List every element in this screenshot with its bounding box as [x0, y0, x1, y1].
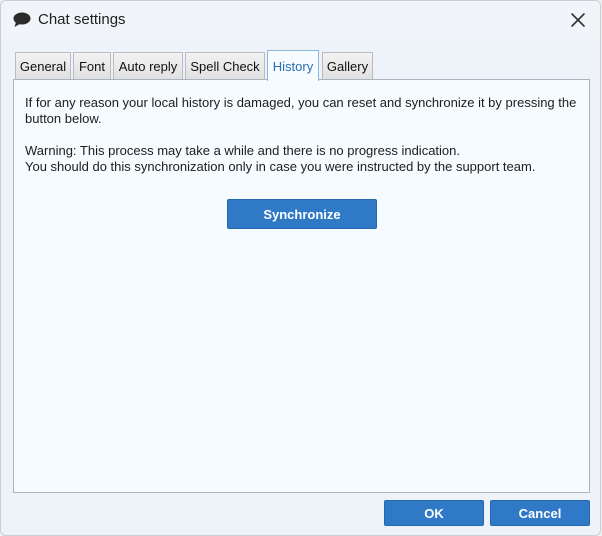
tab-label: Auto reply — [118, 59, 178, 74]
chat-settings-dialog: Chat settings General Font Auto reply Sp… — [0, 0, 601, 536]
tab-general[interactable]: General — [15, 52, 71, 80]
window-title: Chat settings — [38, 11, 126, 28]
tab-label: Font — [78, 59, 105, 74]
tab-gallery[interactable]: Gallery — [322, 52, 373, 80]
tab-history[interactable]: History — [267, 50, 319, 81]
cancel-button[interactable]: Cancel — [490, 500, 590, 526]
history-panel: If for any reason your local history is … — [13, 79, 590, 493]
warning-text: Warning: This process may take a while a… — [25, 143, 460, 158]
ok-button[interactable]: OK — [384, 500, 484, 526]
synchronize-button[interactable]: Synchronize — [227, 199, 377, 229]
tab-auto-reply[interactable]: Auto reply — [113, 52, 183, 80]
history-description: If for any reason your local history is … — [25, 95, 577, 110]
close-icon[interactable] — [566, 8, 590, 32]
history-description-cont: button below. — [25, 111, 102, 126]
instruction-text: You should do this synchronization only … — [25, 159, 536, 174]
tab-label: Spell Check — [190, 59, 260, 74]
tab-spell-check[interactable]: Spell Check — [185, 52, 265, 80]
tab-label: History — [272, 58, 314, 74]
tab-font[interactable]: Font — [73, 52, 111, 80]
title-bar: Chat settings — [1, 1, 600, 41]
tab-label: General — [19, 59, 67, 74]
tab-label: Gallery — [326, 59, 369, 74]
chat-bubble-icon — [12, 11, 32, 29]
